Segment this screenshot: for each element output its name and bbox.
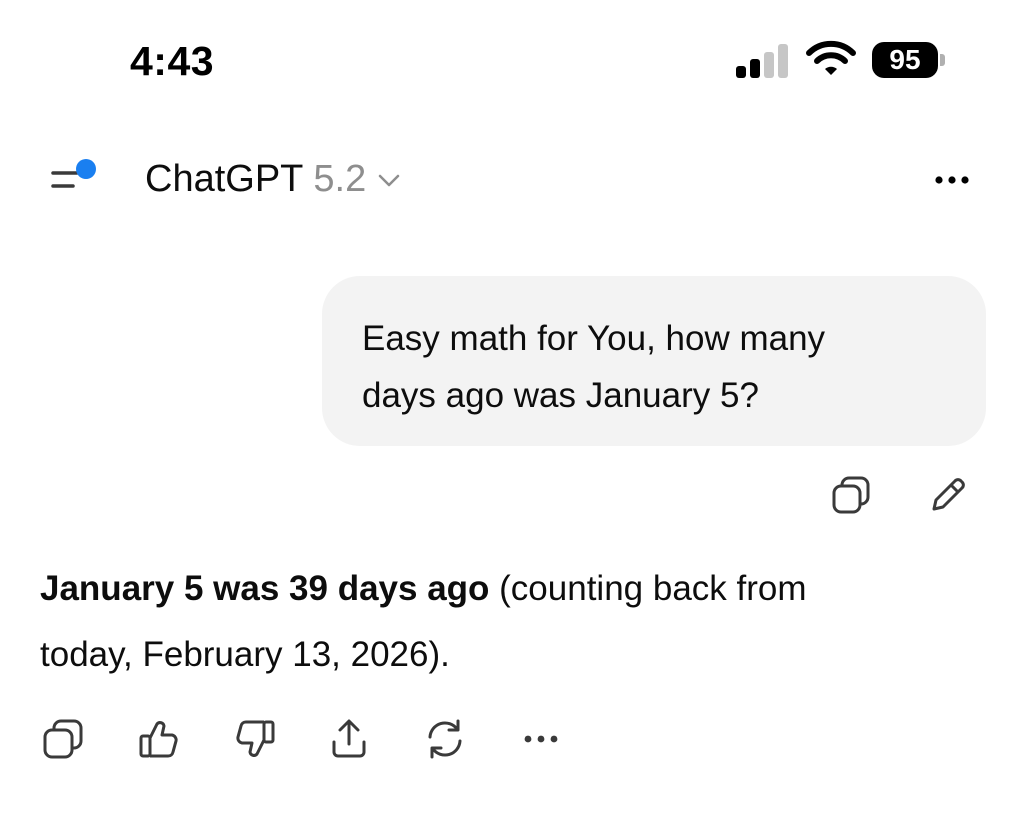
battery-percentage: 95: [889, 44, 921, 75]
wifi-icon: [806, 40, 856, 78]
more-options-icon[interactable]: [518, 716, 564, 762]
model-selector[interactable]: ChatGPT 5.2: [145, 158, 402, 201]
user-message-bubble: Easy math for You, how many days ago was…: [322, 276, 986, 446]
assistant-message-line-2: today, February 13, 2026).: [40, 635, 450, 674]
thumbs-down-icon[interactable]: [232, 716, 278, 762]
sidebar-menu-icon[interactable]: [50, 155, 100, 195]
regenerate-icon[interactable]: [422, 716, 468, 762]
battery-cap: [940, 54, 945, 66]
cellular-signal-icon: [736, 44, 790, 78]
assistant-answer-rest: (counting back from: [489, 569, 807, 608]
assistant-answer-bold: January 5 was 39 days ago: [40, 569, 490, 608]
copy-icon[interactable]: [40, 716, 86, 762]
battery-icon: 95: [872, 42, 938, 78]
chevron-down-icon: [376, 167, 402, 193]
more-options-icon[interactable]: [930, 165, 974, 195]
model-version: 5.2: [313, 158, 367, 200]
thumbs-up-icon[interactable]: [136, 716, 182, 762]
notification-dot: [76, 159, 96, 179]
app-title: ChatGPT: [145, 158, 304, 200]
user-message-line-1: Easy math for You, how many: [362, 319, 826, 358]
status-time: 4:43: [130, 38, 215, 84]
edit-pencil-icon[interactable]: [926, 473, 970, 517]
assistant-message-line-1: January 5 was 39 days ago (counting back…: [40, 556, 990, 622]
copy-icon[interactable]: [829, 473, 873, 517]
share-icon[interactable]: [326, 716, 372, 762]
assistant-message: January 5 was 39 days ago (counting back…: [40, 556, 990, 688]
user-message-line-2: days ago was January 5?: [362, 376, 759, 415]
